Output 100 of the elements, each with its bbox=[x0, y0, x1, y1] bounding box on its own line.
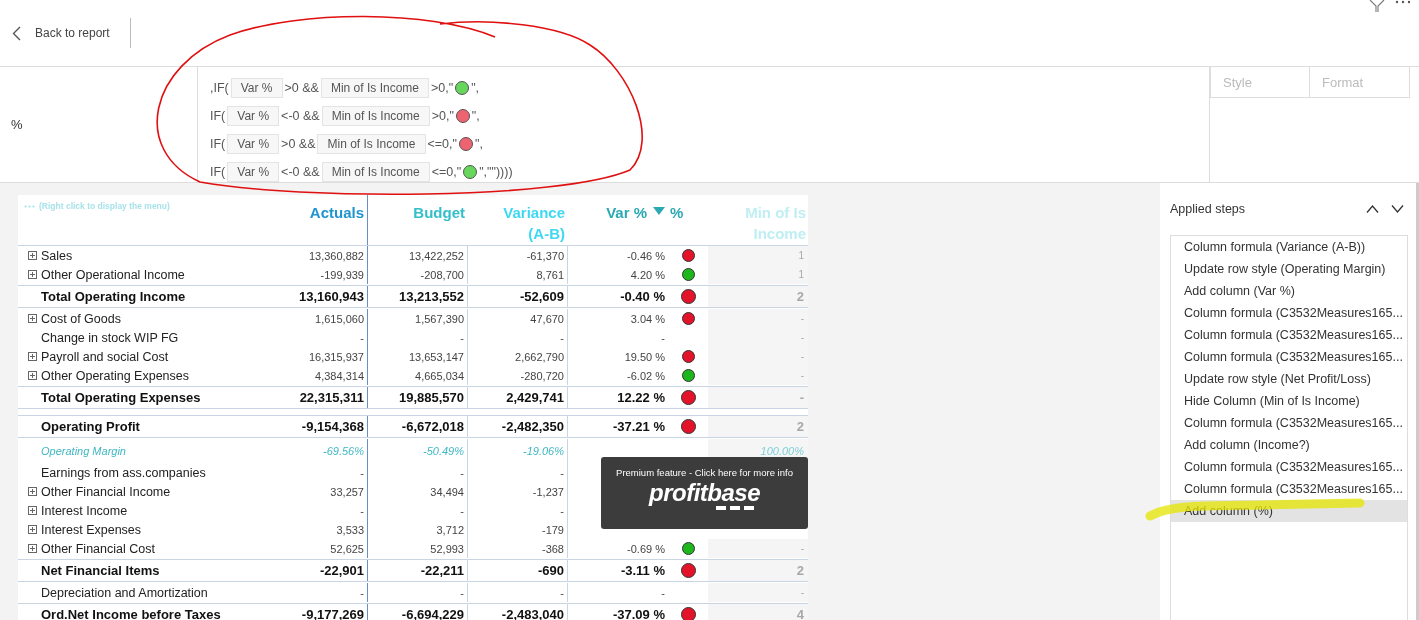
chevron-left-icon bbox=[12, 25, 21, 41]
table-cell: 2,429,741 bbox=[506, 390, 564, 405]
table-cell: -2,482,350 bbox=[501, 419, 564, 434]
column-token[interactable]: Var % bbox=[230, 78, 283, 98]
table-cell: 1,567,390 bbox=[415, 312, 464, 325]
formula-text: ", bbox=[471, 109, 480, 123]
step-item[interactable]: Column formula (C3532Measures165... bbox=[1171, 456, 1407, 478]
table-cell: 4.20 % bbox=[630, 268, 665, 281]
table-cell: -37.21 % bbox=[612, 419, 665, 434]
table-cell: - bbox=[560, 331, 564, 344]
table-cell: 1 bbox=[708, 265, 808, 284]
column-token[interactable]: Min of Is Income bbox=[317, 134, 426, 154]
table-cell: 52,993 bbox=[430, 542, 464, 555]
table-cell: -208,700 bbox=[420, 268, 464, 281]
formula-text: ", bbox=[471, 81, 480, 95]
step-item[interactable]: Column formula (C3532Measures165... bbox=[1171, 324, 1407, 346]
expand-icon[interactable] bbox=[28, 525, 37, 534]
formula-editor[interactable]: ,IF( Var % >0 && Min of Is Income >0," ", IF( Var % <-0 && Min of Is Income >0," ", IF( Var % >0 && Min of Is Income <=0," ", IF( Var % <-0 && Min of Is Income <=0," ","")))) bbox=[198, 67, 1210, 182]
table-cell: 52,625 bbox=[330, 542, 364, 555]
table-cell: - bbox=[560, 466, 564, 479]
step-item[interactable]: Column formula (C3532Measures165... bbox=[1171, 346, 1407, 368]
formula-text: <=0," bbox=[431, 165, 462, 179]
table-cell: - bbox=[708, 387, 808, 408]
column-token[interactable]: Min of Is Income bbox=[320, 78, 429, 98]
logo: profitbase bbox=[649, 480, 760, 506]
row-label: Net Financial Items bbox=[41, 563, 160, 578]
formula-text: IF( bbox=[210, 165, 226, 179]
row-label: Total Operating Expenses bbox=[41, 390, 201, 405]
table-cell: 8,761 bbox=[536, 268, 564, 281]
column-token[interactable]: Var % bbox=[227, 162, 280, 182]
table-cell: - bbox=[360, 504, 364, 517]
chevron-up-icon[interactable] bbox=[1366, 205, 1379, 213]
table-cell: 33,257 bbox=[330, 485, 364, 498]
row-label: Sales bbox=[41, 248, 73, 263]
table-cell: 13,160,943 bbox=[298, 289, 364, 304]
table-cell: - bbox=[460, 586, 464, 599]
table-cell: -368 bbox=[541, 542, 564, 555]
expand-icon[interactable] bbox=[28, 270, 37, 279]
table-cell: - bbox=[708, 366, 808, 385]
expand-icon[interactable] bbox=[28, 544, 37, 553]
expand-icon[interactable] bbox=[28, 352, 37, 361]
column-token[interactable]: Min of Is Income bbox=[321, 162, 430, 182]
formula-text: ,IF( bbox=[210, 81, 229, 95]
step-item[interactable]: Column formula (C3532Measures165... bbox=[1171, 478, 1407, 500]
premium-tooltip[interactable]: Premium feature - Click here for more info profitbase bbox=[601, 457, 808, 529]
menu-hint: (Right click to display the menu) bbox=[39, 201, 170, 211]
tooltip-text: Premium feature - Click here for more info bbox=[616, 467, 793, 478]
table-cell: - bbox=[661, 586, 665, 599]
formula-text: IF( bbox=[210, 137, 226, 151]
step-item[interactable]: Column formula (C3532Measures165... bbox=[1171, 412, 1407, 434]
table-cell: - bbox=[708, 309, 808, 328]
table-cell: 2 bbox=[708, 416, 808, 437]
panel-title: Applied steps bbox=[1170, 202, 1247, 216]
table-cell: -37.09 % bbox=[612, 607, 665, 620]
expand-icon[interactable] bbox=[28, 487, 37, 496]
step-item[interactable]: Add column (Income?) bbox=[1171, 434, 1407, 456]
dashes-icon bbox=[715, 506, 754, 510]
table-cell: 19,885,570 bbox=[398, 390, 464, 405]
column-token[interactable]: Min of Is Income bbox=[321, 106, 430, 126]
table-cell: - bbox=[560, 586, 564, 599]
formula-text: >0 && bbox=[284, 81, 319, 95]
expand-icon[interactable] bbox=[28, 251, 37, 260]
row-label: Payroll and social Cost bbox=[41, 349, 169, 364]
row-label: Operating Margin bbox=[41, 445, 126, 457]
formula-text: >0 && bbox=[281, 137, 316, 151]
row-label: Interest Expenses bbox=[41, 522, 142, 537]
table-cell: -6.02 % bbox=[627, 369, 665, 382]
table-cell: 4 bbox=[708, 604, 808, 620]
step-item[interactable]: Update row style (Net Profit/Loss) bbox=[1171, 368, 1407, 390]
more-options-icon[interactable] bbox=[1395, 0, 1411, 4]
chevron-down-icon[interactable] bbox=[1391, 205, 1404, 213]
step-item[interactable]: Add column (Var %) bbox=[1171, 280, 1407, 302]
table-cell: -22,901 bbox=[319, 563, 364, 578]
expand-icon[interactable] bbox=[28, 371, 37, 380]
column-token[interactable]: Var % bbox=[227, 106, 280, 126]
expand-icon[interactable] bbox=[28, 506, 37, 515]
row-label: Change in stock WIP FG bbox=[41, 330, 179, 345]
table-cell: -199,939 bbox=[320, 268, 364, 281]
step-item[interactable]: Update row style (Operating Margin) bbox=[1171, 258, 1407, 280]
table-cell: -61,370 bbox=[526, 249, 564, 262]
step-item[interactable]: Column formula (C3532Measures165... bbox=[1171, 302, 1407, 324]
back-to-report-button[interactable]: Back to report bbox=[12, 21, 110, 45]
row-label: Cost of Goods bbox=[41, 311, 121, 326]
row-label: Earnings from ass.companies bbox=[41, 465, 206, 480]
formula-text: ","")))) bbox=[479, 165, 513, 179]
filter-icon[interactable] bbox=[1369, 0, 1385, 12]
row-label: Other Operating Expenses bbox=[41, 368, 189, 383]
table-cell: - bbox=[661, 331, 665, 344]
column-token[interactable]: Var % bbox=[227, 134, 280, 154]
table-cell: 19.50 % bbox=[624, 350, 665, 363]
table-cell: 4,384,314 bbox=[315, 369, 364, 382]
sort-descending-icon[interactable] bbox=[653, 207, 665, 215]
step-item[interactable]: Hide Column (Min of Is Income) bbox=[1171, 390, 1407, 412]
column-name: % bbox=[0, 67, 198, 182]
expand-icon[interactable] bbox=[28, 314, 37, 323]
formula-text: >0," bbox=[431, 109, 454, 123]
table-cell: 12.22 % bbox=[617, 390, 665, 405]
step-item[interactable]: Column formula (Variance (A-B)) bbox=[1171, 236, 1407, 258]
table-cell: -69.56% bbox=[323, 445, 364, 457]
formula-text: >0," bbox=[431, 81, 454, 95]
